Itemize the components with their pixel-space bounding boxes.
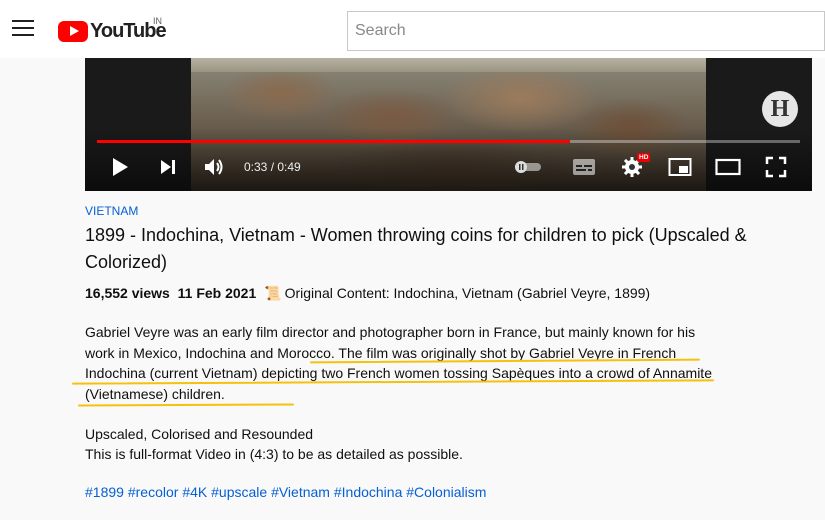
country-code: IN — [153, 16, 162, 26]
hd-badge: HD — [637, 153, 651, 162]
miniplayer-icon — [668, 158, 692, 176]
hashtag-link[interactable]: #upscale — [211, 484, 267, 500]
play-icon — [113, 158, 128, 176]
video-title: 1899 - Indochina, Vietnam - Women throwi… — [85, 225, 747, 272]
theater-mode-button[interactable] — [715, 154, 741, 180]
masthead: YouTube IN — [0, 0, 825, 58]
original-content-credit: Original Content: Indochina, Vietnam (Ga… — [284, 285, 651, 301]
subtitles-button[interactable] — [571, 154, 597, 180]
highlight-underline — [77, 403, 295, 407]
description-extra: Upscaled, Colorised and Resounded This i… — [85, 424, 725, 464]
miniplayer-button[interactable] — [667, 154, 693, 180]
progress-bar[interactable] — [97, 140, 800, 143]
hashtag-link[interactable]: #recolor — [128, 484, 179, 500]
volume-button[interactable] — [201, 154, 227, 180]
hashtag-link[interactable]: #4K — [182, 484, 207, 500]
video-meta: 16,552 views 11 Feb 2021 📜 Original Conte… — [85, 285, 650, 302]
time-display: 0:33 / 0:49 — [244, 160, 301, 174]
autoplay-toggle-icon — [515, 161, 541, 173]
hashtag-link[interactable]: #Vietnam — [271, 484, 330, 500]
search-input[interactable] — [347, 11, 825, 51]
progress-fill — [97, 140, 571, 143]
next-icon — [161, 160, 175, 174]
fullscreen-button[interactable] — [763, 154, 789, 180]
youtube-logo[interactable]: YouTube — [58, 18, 167, 44]
hashtag-link[interactable]: #Indochina — [334, 484, 403, 500]
hashtag-link[interactable]: #Colonialism — [406, 484, 486, 500]
category-tag[interactable]: VIETNAM — [85, 204, 138, 218]
hashtag-link[interactable]: #1899 — [85, 484, 124, 500]
play-button[interactable] — [107, 154, 133, 180]
fullscreen-icon — [765, 156, 787, 178]
channel-watermark[interactable]: H — [762, 91, 798, 127]
view-count: 16,552 views — [85, 285, 170, 301]
description-line: Upscaled, Colorised and Resounded — [85, 426, 314, 442]
description-line: This is full-format Video in (4:3) to be… — [85, 446, 463, 462]
scroll-icon: 📜 — [264, 285, 282, 301]
next-button[interactable] — [155, 154, 181, 180]
theater-icon — [715, 158, 741, 176]
video-player[interactable]: H 0:33 / 0:49 HD — [85, 58, 812, 191]
subtitles-icon — [573, 159, 595, 175]
volume-icon — [205, 159, 223, 175]
hashtag-list: #1899 #recolor #4K #upscale #Vietnam #In… — [85, 484, 486, 500]
autoplay-toggle[interactable] — [513, 154, 543, 180]
upload-date: 11 Feb 2021 — [177, 285, 257, 301]
menu-icon[interactable] — [12, 20, 34, 38]
description-paragraph: Gabriel Veyre was an early film director… — [85, 324, 712, 402]
play-logo-icon — [58, 20, 88, 42]
